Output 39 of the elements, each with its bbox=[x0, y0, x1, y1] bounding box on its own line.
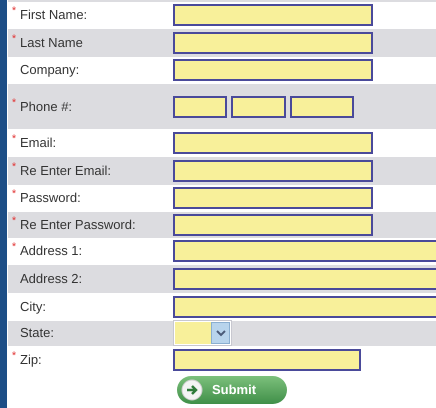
text-field[interactable] bbox=[173, 132, 373, 154]
text-field[interactable] bbox=[173, 240, 436, 262]
field-label: Zip: bbox=[20, 352, 42, 367]
field-label: Re Enter Email: bbox=[20, 162, 112, 178]
text-field[interactable] bbox=[173, 296, 436, 318]
text-field[interactable] bbox=[173, 160, 373, 182]
phone-field[interactable] bbox=[173, 96, 227, 118]
required-mark: * bbox=[12, 242, 16, 254]
field-label: State: bbox=[20, 325, 54, 340]
field-label: Phone #: bbox=[20, 98, 72, 114]
text-field[interactable] bbox=[173, 59, 373, 82]
required-mark: * bbox=[12, 98, 16, 108]
field-label: City: bbox=[20, 298, 46, 314]
chevron-down-icon bbox=[216, 330, 226, 337]
required-mark: * bbox=[12, 216, 16, 227]
field-label: Company: bbox=[20, 62, 80, 78]
field-label: Re Enter Password: bbox=[20, 216, 136, 232]
text-field[interactable] bbox=[173, 4, 373, 26]
text-field[interactable] bbox=[173, 268, 436, 290]
field-label: Email: bbox=[20, 134, 56, 150]
field-label: Address 2: bbox=[20, 271, 82, 286]
arrow-right-icon bbox=[181, 378, 203, 400]
required-mark: * bbox=[12, 6, 16, 17]
required-mark: * bbox=[12, 350, 16, 362]
required-mark: * bbox=[12, 34, 16, 44]
required-mark: * bbox=[12, 162, 16, 172]
required-mark: * bbox=[12, 134, 16, 145]
text-field[interactable] bbox=[173, 32, 373, 54]
field-label: Address 1: bbox=[20, 243, 82, 258]
field-label: Last Name bbox=[20, 34, 83, 50]
text-field[interactable] bbox=[173, 187, 373, 210]
required-mark: * bbox=[12, 189, 16, 200]
text-field[interactable] bbox=[173, 214, 373, 236]
phone-field[interactable] bbox=[290, 96, 354, 118]
field-label: First Name: bbox=[20, 6, 88, 22]
submit-button[interactable]: Submit bbox=[177, 376, 287, 404]
text-field[interactable] bbox=[173, 348, 361, 371]
field-label: Password: bbox=[20, 190, 81, 206]
phone-field[interactable] bbox=[231, 96, 286, 118]
